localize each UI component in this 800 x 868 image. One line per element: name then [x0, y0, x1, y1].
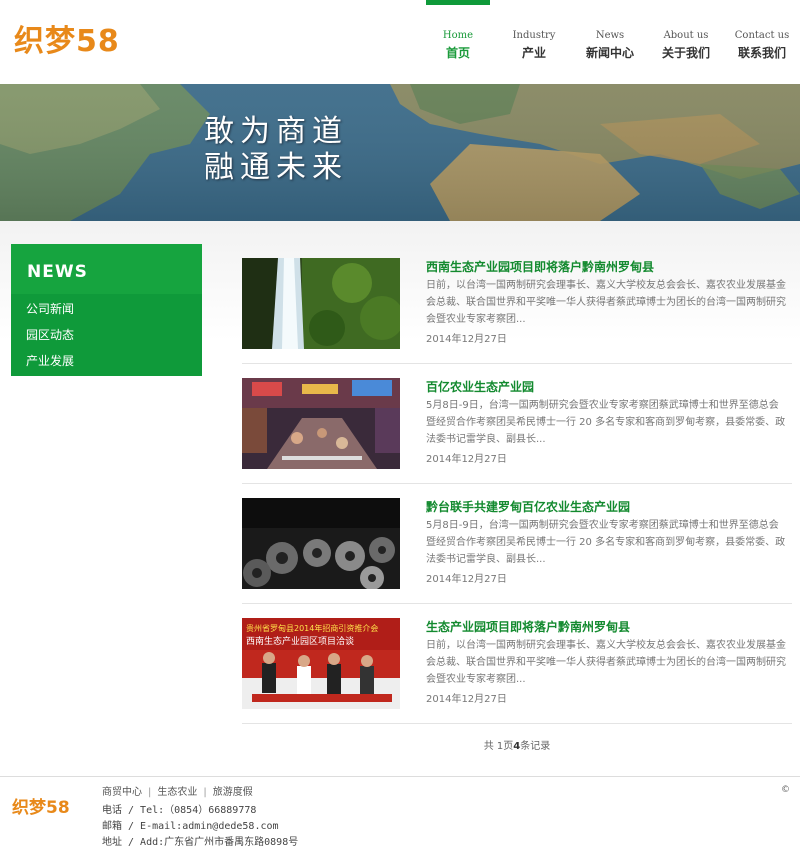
footer-link-separator: | — [203, 787, 207, 798]
sidebar-list: 公司新闻 园区动态 产业发展 — [11, 294, 202, 374]
nav-item-home[interactable]: Home 首页 — [420, 0, 496, 84]
pagination-info: 共 1页4条记录 — [242, 737, 792, 752]
paper-rolls-image — [242, 498, 400, 589]
site-logo[interactable]: 织梦58 — [14, 16, 120, 60]
copyright-symbol: © — [781, 785, 790, 795]
footer-link-tourism[interactable]: 旅游度假 — [213, 787, 253, 798]
nav-item-cn-label: 首页 — [445, 46, 470, 60]
footer-logo[interactable]: 织梦58 — [12, 793, 70, 818]
pager-mid: 页 — [503, 741, 514, 752]
list-item: 贵州省罗甸县2014年招商引资推介会 西南生态产业园区项目洽谈 生态产业园项目即… — [242, 604, 792, 724]
news-summary: 日前，以台湾一国两制研究会理事长、嘉义大学校友总会会长、嘉农农业发展基金会总裁、… — [426, 640, 786, 685]
news-summary: 5月8日-9日，台湾一国两制研究会暨农业专家考察团蔡武璋博士和世界至德总会暨经贸… — [426, 400, 786, 445]
banner-slogan-line1: 敢为商道 — [204, 114, 348, 149]
sidebar-title: NEWS — [11, 244, 202, 294]
nav-item-cn-label: 关于我们 — [661, 46, 710, 60]
nav-item-contact[interactable]: Contact us 联系我们 — [724, 0, 800, 84]
sidebar-item-park-news[interactable]: 园区动态 — [11, 322, 202, 348]
pager-prefix: 共 — [483, 741, 494, 752]
waterfall-image — [242, 258, 400, 349]
nav-item-en-label: Home — [442, 30, 474, 41]
nav-item-en-label: Contact us — [734, 30, 790, 41]
footer-link-separator: | — [148, 787, 152, 798]
news-title[interactable]: 黔台联手共建罗甸百亿农业生态产业园 — [426, 498, 630, 515]
world-map-image — [0, 84, 800, 221]
footer-link-eco-agri[interactable]: 生态农业 — [157, 787, 197, 798]
footer-phone: 电话 / Tel:（0854）66889778 — [102, 805, 257, 816]
news-summary: 5月8日-9日，台湾一国两制研究会暨农业专家考察团蔡武璋博士和世界至德总会暨经贸… — [426, 520, 786, 565]
news-thumbnail[interactable] — [242, 498, 400, 589]
news-date: 2014年12月27日 — [426, 454, 507, 465]
banner-slogan: 敢为商道 融通未来 — [204, 114, 348, 186]
news-date: 2014年12月27日 — [426, 574, 507, 585]
news-thumbnail[interactable] — [242, 378, 400, 469]
pager-suffix: 条记录 — [520, 741, 551, 752]
ceremony-banner-line1: 贵州省罗甸县2014年招商引资推介会 — [246, 623, 378, 633]
ceremony-banner-line2: 西南生态产业园区项目洽谈 — [246, 635, 354, 647]
nav-item-cn-label: 联系我们 — [737, 46, 786, 60]
news-title[interactable]: 百亿农业生态产业园 — [426, 378, 534, 395]
nav-item-cn-label: 产业 — [521, 46, 546, 60]
list-item: 黔台联手共建罗甸百亿农业生态产业园 5月8日-9日，台湾一国两制研究会暨农业专家… — [242, 484, 792, 604]
nav-item-cn-label: 新闻中心 — [585, 46, 634, 60]
street-market-image — [242, 378, 400, 469]
nav-item-news[interactable]: News 新闻中心 — [572, 0, 648, 84]
banner-slogan-line2: 融通未来 — [204, 150, 348, 185]
footer-email: 邮箱 / E-mail:admin@dede58.com — [102, 821, 279, 832]
footer-address: 地址 / Add:广东省广州市番禺东路0898号 — [102, 837, 299, 848]
footer-links: 商贸中心 | 生态农业 | 旅游度假 — [102, 783, 253, 798]
news-title[interactable]: 生态产业园项目即将落户黔南州罗甸县 — [426, 618, 630, 635]
sidebar-item-industry-dev[interactable]: 产业发展 — [11, 348, 202, 374]
news-summary: 日前，以台湾一国两制研究会理事长、嘉义大学校友总会会长、嘉农农业发展基金会总裁、… — [426, 280, 786, 325]
hero-banner: 敢为商道 融通未来 — [0, 84, 800, 221]
list-item: 西南生态产业园项目即将落户黔南州罗甸县 日前，以台湾一国两制研究会理事长、嘉义大… — [242, 244, 792, 364]
news-thumbnail[interactable]: 贵州省罗甸县2014年招商引资推介会 西南生态产业园区项目洽谈 — [242, 618, 400, 709]
news-sidebar: NEWS 公司新闻 园区动态 产业发展 — [11, 244, 202, 376]
nav-item-en-label: Industry — [512, 30, 556, 41]
signing-ceremony-image: 贵州省罗甸县2014年招商引资推介会 西南生态产业园区项目洽谈 — [242, 618, 400, 709]
nav-item-about[interactable]: About us 关于我们 — [648, 0, 724, 84]
list-item: 百亿农业生态产业园 5月8日-9日，台湾一国两制研究会暨农业专家考察团蔡武璋博士… — [242, 364, 792, 484]
news-thumbnail[interactable] — [242, 258, 400, 349]
nav-item-en-label: News — [595, 30, 625, 41]
news-date: 2014年12月27日 — [426, 334, 507, 345]
news-list: 西南生态产业园项目即将落户黔南州罗甸县 日前，以台湾一国两制研究会理事长、嘉义大… — [242, 244, 792, 724]
news-date: 2014年12月27日 — [426, 694, 507, 705]
site-footer: 织梦58 商贸中心 | 生态农业 | 旅游度假 电话 / Tel:（0854）66889… — [0, 776, 800, 868]
nav-item-en-label: About us — [663, 30, 709, 41]
site-header: 织梦58 Home 首页 Industry 产业 News 新闻中心 About… — [0, 0, 800, 84]
main-nav: Home 首页 Industry 产业 News 新闻中心 About us 关… — [420, 0, 800, 84]
footer-link-trade[interactable]: 商贸中心 — [102, 787, 142, 798]
news-title[interactable]: 西南生态产业园项目即将落户黔南州罗甸县 — [426, 258, 654, 275]
nav-item-industry[interactable]: Industry 产业 — [496, 0, 572, 84]
sidebar-item-company-news[interactable]: 公司新闻 — [11, 296, 202, 322]
